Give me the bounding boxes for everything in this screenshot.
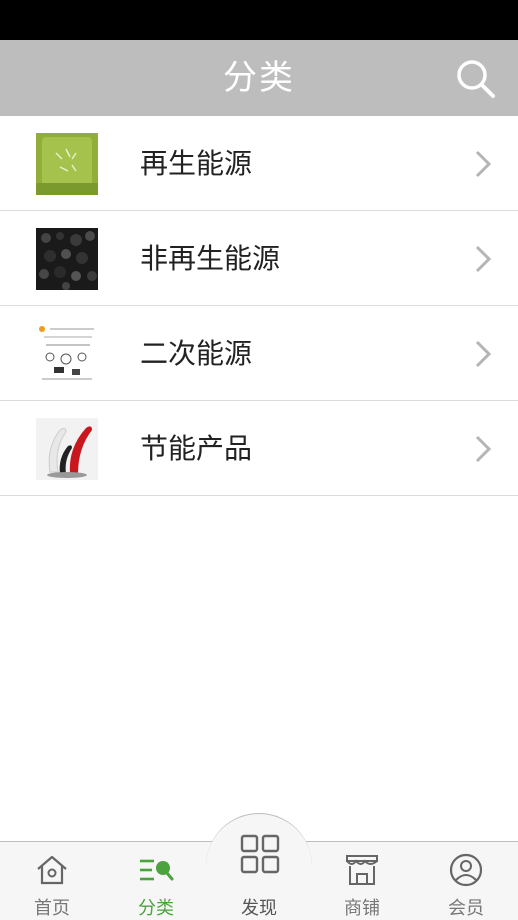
energy-saving-thumbnail xyxy=(36,418,98,480)
status-bar xyxy=(0,0,518,40)
chevron-right-icon xyxy=(475,340,492,368)
category-list: 再生能源 非再生能源 二次能源 节能产品 xyxy=(0,116,518,496)
category-item-energy-saving[interactable]: 节能产品 xyxy=(0,401,518,496)
non-renewable-thumbnail xyxy=(36,228,98,290)
home-icon xyxy=(37,855,67,885)
tab-discover[interactable]: 发现 xyxy=(206,813,312,920)
tab-shop[interactable]: 商铺 xyxy=(317,842,407,920)
tab-category-label: 分类 xyxy=(138,898,174,919)
category-label: 再生能源 xyxy=(140,147,253,180)
tab-home-label: 首页 xyxy=(34,898,70,919)
chevron-right-icon xyxy=(475,245,492,273)
category-label: 非再生能源 xyxy=(140,242,281,275)
tab-member-label: 会员 xyxy=(448,898,484,919)
category-item-secondary[interactable]: 二次能源 xyxy=(0,306,518,401)
user-icon xyxy=(449,853,483,887)
category-item-renewable[interactable]: 再生能源 xyxy=(0,116,518,211)
secondary-energy-thumbnail xyxy=(36,323,98,385)
category-icon xyxy=(140,859,174,881)
renewable-thumbnail xyxy=(36,133,98,195)
shop-icon xyxy=(346,855,378,885)
chevron-right-icon xyxy=(475,150,492,178)
tab-shop-label: 商铺 xyxy=(344,898,380,919)
tab-category[interactable]: 分类 xyxy=(111,842,201,920)
tab-discover-label: 发现 xyxy=(241,898,277,919)
page-title: 分类 xyxy=(223,58,295,98)
category-label: 节能产品 xyxy=(140,432,253,465)
category-label: 二次能源 xyxy=(140,337,253,370)
category-item-non-renewable[interactable]: 非再生能源 xyxy=(0,211,518,306)
search-icon[interactable] xyxy=(454,57,496,99)
app-header: 分类 xyxy=(0,40,518,116)
chevron-right-icon xyxy=(475,435,492,463)
grid-icon xyxy=(240,834,280,874)
tab-home[interactable]: 首页 xyxy=(7,842,97,920)
tab-member[interactable]: 会员 xyxy=(421,842,511,920)
